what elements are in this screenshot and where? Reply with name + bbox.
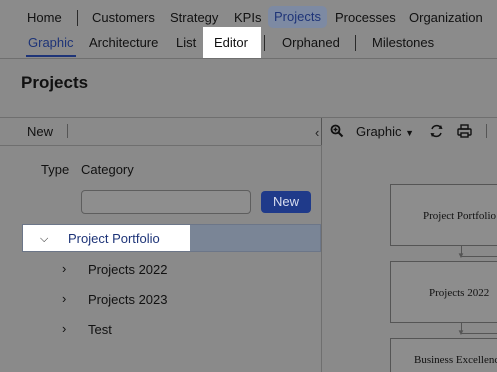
type-label: Type xyxy=(41,162,70,177)
chevron-down-icon[interactable]: ⌵ xyxy=(40,233,48,245)
graph-node-label: Projects 2022 xyxy=(429,287,490,299)
subnav-separator xyxy=(355,35,356,51)
tab-orphaned[interactable]: Orphaned xyxy=(282,35,340,51)
tree-item-test[interactable]: Test xyxy=(88,322,112,337)
zoom-in-icon[interactable] xyxy=(330,124,344,141)
title-divider xyxy=(0,117,497,118)
nav-projects[interactable]: Projects xyxy=(268,6,327,28)
subnav-separator xyxy=(264,35,265,51)
graph-node-business-excellence[interactable]: Business Excellence xyxy=(390,338,497,372)
nav-home[interactable]: Home xyxy=(27,10,62,26)
nav-strategy[interactable]: Strategy xyxy=(170,10,218,26)
tree-item-project-portfolio[interactable]: Project Portfolio xyxy=(68,231,160,246)
left-toolbar-divider xyxy=(0,145,321,146)
toolbar-separator xyxy=(67,124,68,138)
header-divider xyxy=(0,58,497,59)
view-dropdown-label: Graphic xyxy=(356,124,402,139)
tab-list[interactable]: List xyxy=(176,35,196,51)
tree-item-projects-2022[interactable]: Projects 2022 xyxy=(88,262,168,277)
chevron-right-icon[interactable]: › xyxy=(62,292,66,305)
tab-graphic[interactable]: Graphic xyxy=(28,35,74,51)
nav-customers[interactable]: Customers xyxy=(92,10,155,26)
panel-divider-top xyxy=(321,118,322,145)
refresh-icon[interactable] xyxy=(429,124,444,141)
page-title: Projects xyxy=(21,73,89,92)
panel-divider xyxy=(321,145,322,372)
chevron-right-icon[interactable]: › xyxy=(62,322,66,335)
add-category-button[interactable]: New xyxy=(261,191,311,213)
tab-editor[interactable]: Editor xyxy=(214,35,248,51)
graph-node-label: Business Excellence xyxy=(414,354,497,366)
chevron-right-icon[interactable]: › xyxy=(62,262,66,275)
tab-architecture[interactable]: Architecture xyxy=(89,35,158,51)
view-dropdown[interactable]: Graphic ▼ xyxy=(356,124,414,139)
graph-connector xyxy=(461,333,497,334)
tree-item-projects-2023[interactable]: Projects 2023 xyxy=(88,292,168,307)
nav-organization[interactable]: Organization xyxy=(409,10,483,26)
collapse-panel-icon[interactable]: ‹ xyxy=(315,125,319,140)
toolbar-separator xyxy=(486,124,487,138)
new-item-button[interactable]: New xyxy=(27,124,53,139)
nav-kpis[interactable]: KPIs xyxy=(234,10,261,26)
tab-active-underline xyxy=(26,55,76,57)
caret-down-icon: ▼ xyxy=(405,128,415,138)
graph-node-projects-2022[interactable]: Projects 2022 xyxy=(390,261,497,323)
category-label: Category xyxy=(81,162,134,177)
tab-milestones[interactable]: Milestones xyxy=(372,35,434,51)
nav-processes[interactable]: Processes xyxy=(335,10,396,26)
nav-separator xyxy=(77,10,78,26)
graph-node-project-portfolio[interactable]: Project Portfolio xyxy=(390,184,497,246)
graph-connector xyxy=(461,256,497,257)
category-input[interactable] xyxy=(81,190,251,214)
print-icon[interactable] xyxy=(457,124,472,141)
graph-node-label: Project Portfolio xyxy=(423,210,497,222)
